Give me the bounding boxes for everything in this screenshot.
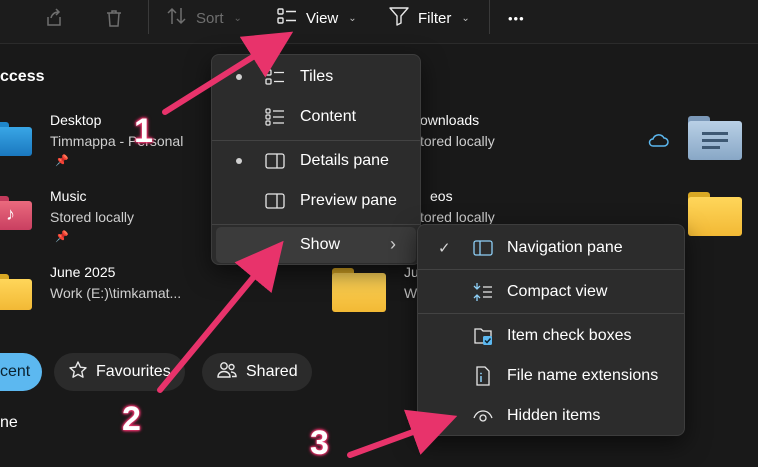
arrow-1: [162, 31, 294, 115]
annotation-number-1: 1: [134, 112, 153, 150]
arrow-3: [347, 409, 458, 458]
annotation-arrows: [157, 31, 458, 458]
arrow-2: [157, 240, 284, 393]
annotation-number-3: 3: [310, 424, 329, 462]
annotation-number-2: 2: [122, 400, 141, 438]
